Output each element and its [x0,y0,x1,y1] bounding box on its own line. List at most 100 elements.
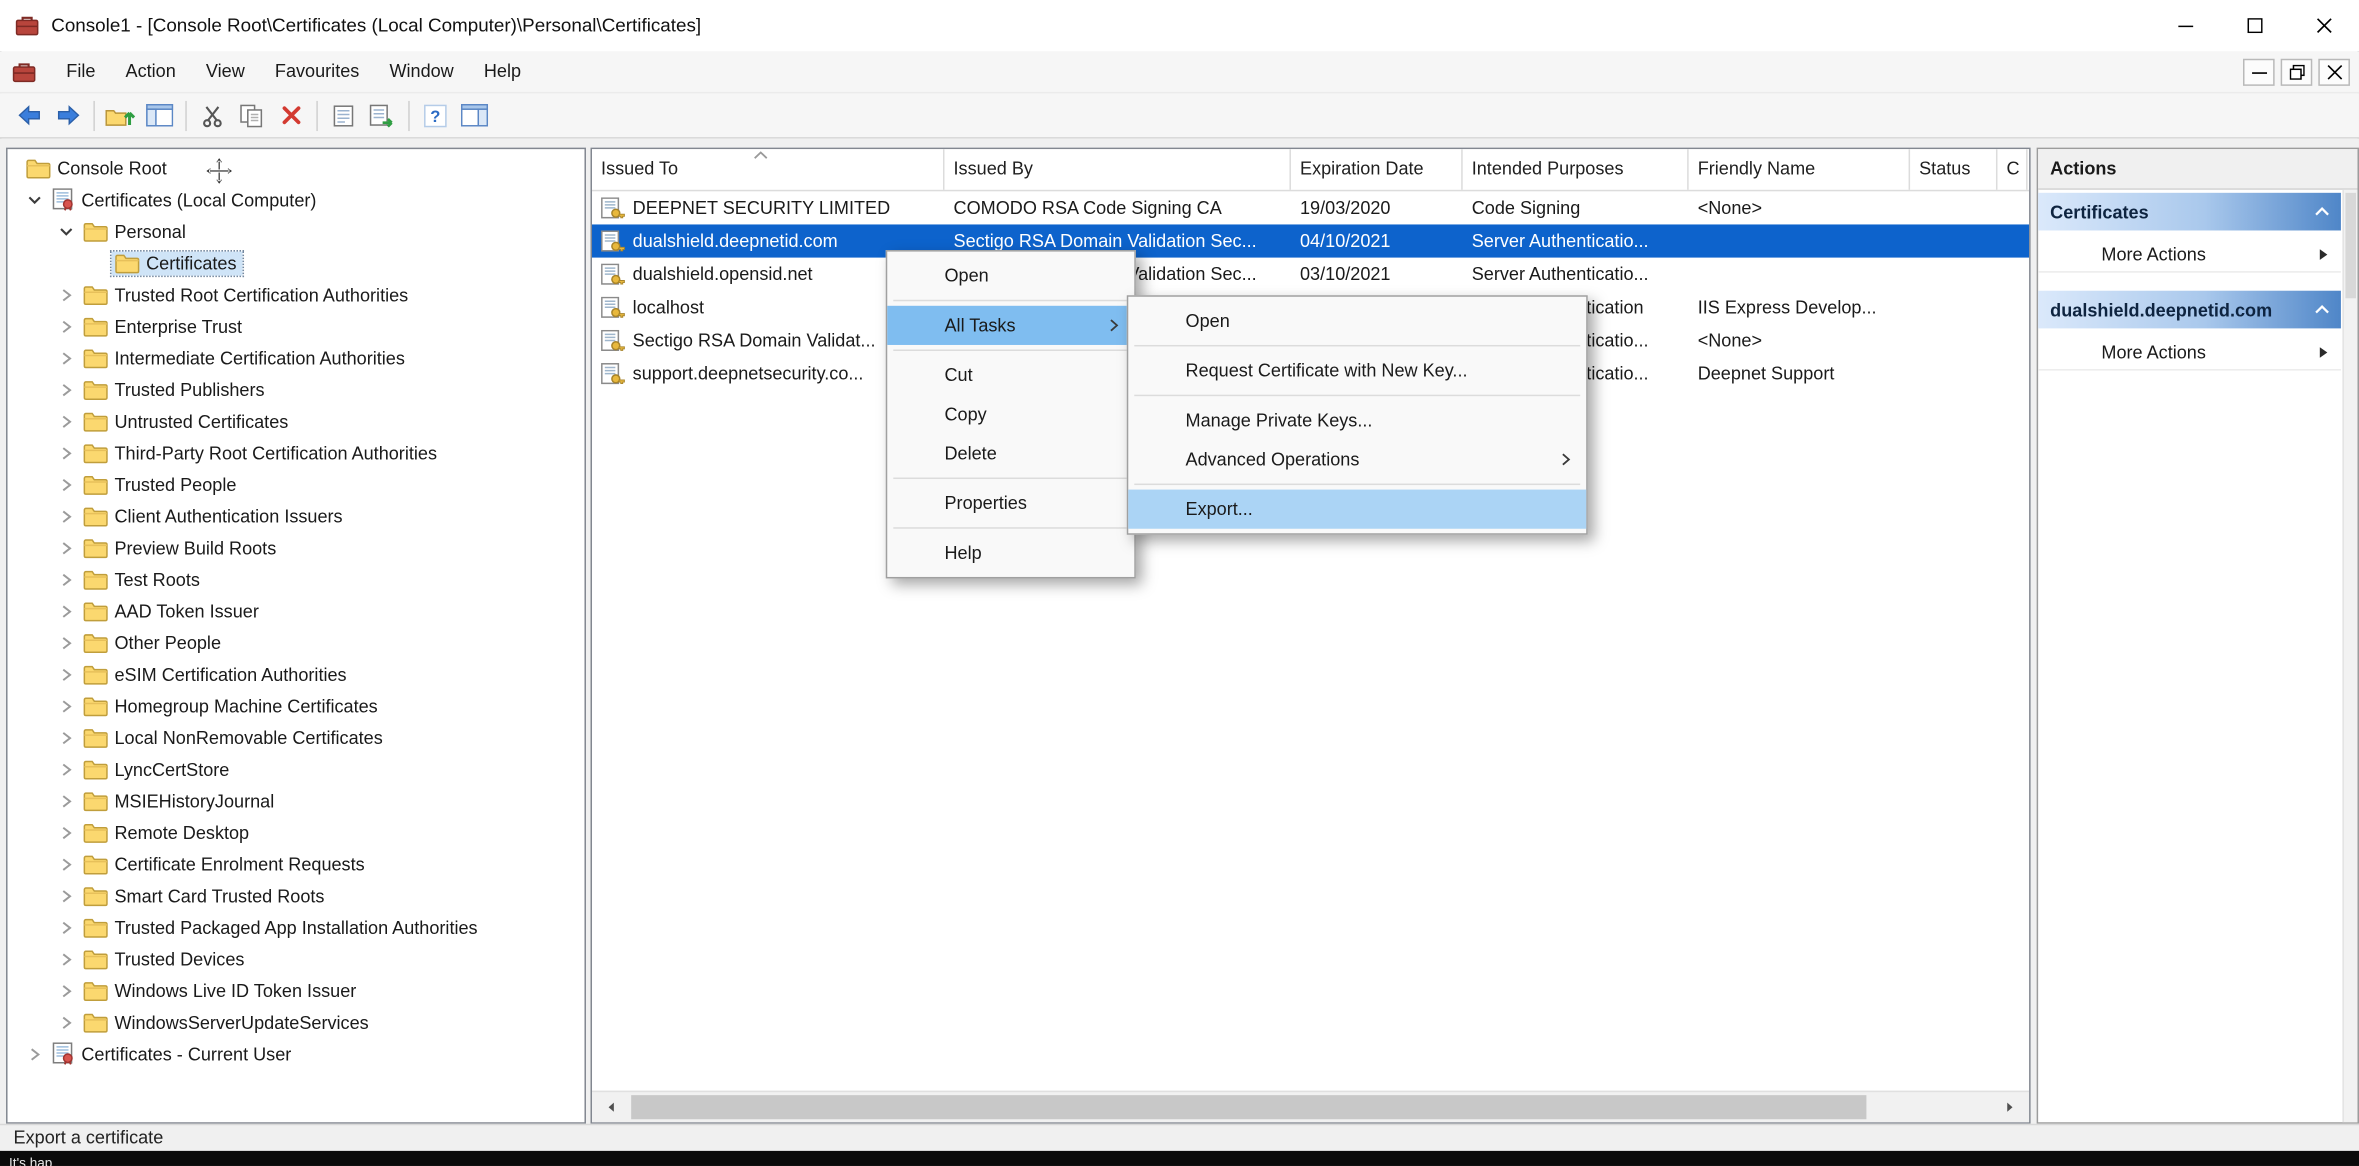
chevron-collapsed-icon[interactable] [53,347,80,368]
chevron-expanded-icon[interactable] [53,221,80,242]
chevron-collapsed-icon[interactable] [53,569,80,590]
scroll-left-button[interactable] [595,1092,628,1122]
menu-item-copy[interactable]: Copy [887,395,1134,434]
cut-button[interactable] [193,97,232,133]
show-console-tree-button[interactable] [140,97,179,133]
tree-item-msiehistoryjournal[interactable]: MSIEHistoryJournal [8,785,585,817]
maximize-button[interactable] [2220,0,2289,51]
actions-section-header-dualshield-deepnetid-com[interactable]: dualshield.deepnetid.com [2038,291,2341,329]
menu-file[interactable]: File [51,51,110,92]
menu-item-delete[interactable]: Delete [887,434,1134,473]
tree-item-third-party-root-certification-authorities[interactable]: Third-Party Root Certification Authoriti… [8,437,585,469]
column-header-expiration-date[interactable]: Expiration Date [1291,149,1463,190]
chevron-collapsed-icon[interactable] [53,853,80,874]
chevron-collapsed-icon[interactable] [53,316,80,337]
chevron-collapsed-icon[interactable] [53,505,80,526]
tree-item-certificates-current-user[interactable]: Certificates - Current User [8,1038,585,1070]
column-header-issued-by[interactable]: Issued By [945,149,1291,190]
chevron-expanded-icon[interactable] [21,189,48,210]
menu-window[interactable]: Window [374,51,468,92]
chevron-collapsed-icon[interactable] [53,284,80,305]
chevron-collapsed-icon[interactable] [53,1012,80,1033]
scroll-right-button[interactable] [1993,1092,2026,1122]
tree-item-client-authentication-issuers[interactable]: Client Authentication Issuers [8,500,585,532]
column-header-friendly-name[interactable]: Friendly Name [1689,149,1910,190]
tree-item-console-root[interactable]: Console Root [8,152,585,184]
chevron-collapsed-icon[interactable] [53,600,80,621]
menu-item-export[interactable]: Export... [1128,490,1586,529]
delete-button[interactable] [271,97,310,133]
chevron-collapsed-icon[interactable] [53,917,80,938]
tree-item-remote-desktop[interactable]: Remote Desktop [8,816,585,848]
help-button[interactable]: ? [416,97,455,133]
actions-section-header-certificates[interactable]: Certificates [2038,193,2341,231]
tree-item-intermediate-certification-authorities[interactable]: Intermediate Certification Authorities [8,342,585,374]
more-actions-button[interactable]: More Actions [2038,237,2341,273]
tree-item-windowsserverupdateservices[interactable]: WindowsServerUpdateServices [8,1006,585,1038]
tree-item-esim-certification-authorities[interactable]: eSIM Certification Authorities [8,658,585,690]
tree-item-lynccertstore[interactable]: LyncCertStore [8,753,585,785]
tree-item-personal[interactable]: Personal [8,215,585,247]
menu-item-request-certificate-with-new-key[interactable]: Request Certificate with New Key... [1128,351,1586,390]
tree-item-smart-card-trusted-roots[interactable]: Smart Card Trusted Roots [8,880,585,912]
tree-item-untrusted-certificates[interactable]: Untrusted Certificates [8,405,585,437]
menu-item-all-tasks[interactable]: All Tasks [887,306,1134,345]
minimize-button[interactable] [2151,0,2220,51]
tree-item-trusted-people[interactable]: Trusted People [8,468,585,500]
tree-item-preview-build-roots[interactable]: Preview Build Roots [8,532,585,564]
menu-item-cut[interactable]: Cut [887,356,1134,395]
menu-item-help[interactable]: Help [887,533,1134,572]
actions-scrollbar[interactable] [2342,190,2357,1122]
chevron-collapsed-icon[interactable] [21,1043,48,1064]
chevron-collapsed-icon[interactable] [53,695,80,716]
tree-item-local-nonremovable-certificates[interactable]: Local NonRemovable Certificates [8,722,585,754]
certificate-row-deepnet-security-limited[interactable]: DEEPNET SECURITY LIMITEDCOMODO RSA Code … [592,191,2029,224]
column-header-status[interactable]: Status [1910,149,1997,190]
tree-item-homegroup-machine-certificates[interactable]: Homegroup Machine Certificates [8,690,585,722]
mdi-minimize-button[interactable] [2243,58,2275,85]
tree-item-windows-live-id-token-issuer[interactable]: Windows Live ID Token Issuer [8,975,585,1007]
up-one-level-button[interactable] [101,97,140,133]
tree-item-trusted-publishers[interactable]: Trusted Publishers [8,374,585,406]
menu-favourites[interactable]: Favourites [260,51,375,92]
column-header-intended-purposes[interactable]: Intended Purposes [1463,149,1689,190]
menu-help[interactable]: Help [469,51,536,92]
close-button[interactable] [2290,0,2359,51]
chevron-collapsed-icon[interactable] [53,632,80,653]
chevron-collapsed-icon[interactable] [53,410,80,431]
chevron-collapsed-icon[interactable] [53,822,80,843]
more-actions-button[interactable]: More Actions [2038,334,2341,370]
chevron-collapsed-icon[interactable] [53,537,80,558]
tree-item-certificate-enrolment-requests[interactable]: Certificate Enrolment Requests [8,848,585,880]
menu-item-advanced-operations[interactable]: Advanced Operations [1128,440,1586,479]
tree-item-trusted-packaged-app-installation-authorities[interactable]: Trusted Packaged App Installation Author… [8,911,585,943]
chevron-collapsed-icon[interactable] [53,474,80,495]
chevron-collapsed-icon[interactable] [53,758,80,779]
menu-view[interactable]: View [191,51,260,92]
tree-item-certificates-local-computer[interactable]: Certificates (Local Computer) [8,184,585,216]
tree-item-certificates[interactable]: Certificates [8,247,585,279]
chevron-collapsed-icon[interactable] [53,885,80,906]
tree-item-aad-token-issuer[interactable]: AAD Token Issuer [8,595,585,627]
actions-scrollbar-thumb[interactable] [2345,193,2356,298]
column-header-c[interactable]: C [1997,149,2027,190]
properties-button[interactable] [324,97,363,133]
chevron-collapsed-icon[interactable] [53,664,80,685]
mdi-close-button[interactable] [2318,58,2350,85]
tree-item-enterprise-trust[interactable]: Enterprise Trust [8,310,585,342]
tree-item-trusted-root-certification-authorities[interactable]: Trusted Root Certification Authorities [8,279,585,311]
chevron-collapsed-icon[interactable] [53,727,80,748]
menu-item-manage-private-keys[interactable]: Manage Private Keys... [1128,401,1586,440]
show-action-pane-button[interactable] [455,97,494,133]
horizontal-scrollbar[interactable] [592,1091,2029,1123]
chevron-collapsed-icon[interactable] [53,379,80,400]
chevron-collapsed-icon[interactable] [53,948,80,969]
certificate-row-dualshield-deepnetid-com[interactable]: dualshield.deepnetid.comSectigo RSA Doma… [592,224,2029,257]
scrollbar-thumb[interactable] [631,1095,1866,1119]
menu-item-open[interactable]: Open [887,256,1134,295]
chevron-collapsed-icon[interactable] [53,442,80,463]
menu-action[interactable]: Action [110,51,190,92]
copy-button[interactable] [232,97,271,133]
menu-item-open[interactable]: Open [1128,301,1586,340]
certificate-row-dualshield-opensid-net[interactable]: dualshield.opensid.netSectigo RSA Domain… [592,258,2029,291]
